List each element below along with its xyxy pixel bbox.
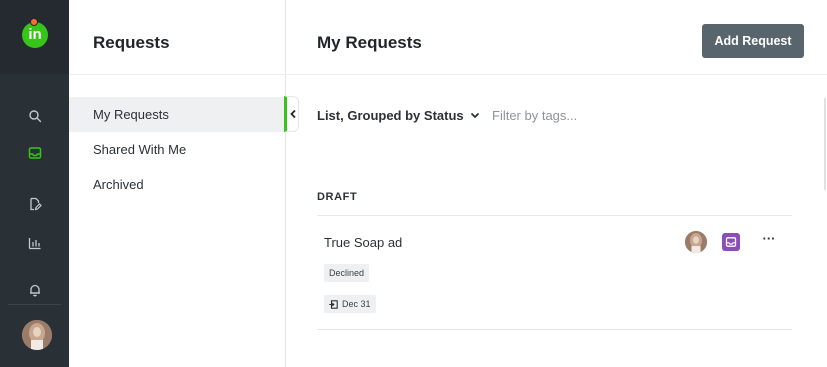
inbox-icon[interactable] [28, 146, 42, 160]
sidebar-item-label: My Requests [93, 107, 169, 122]
icon-rail: in [0, 0, 69, 367]
bar-chart-icon[interactable] [28, 236, 42, 250]
avatar-photo [685, 231, 707, 253]
sidebar-header-divider [69, 74, 286, 75]
tag-filter-input[interactable] [492, 105, 672, 125]
bell-icon[interactable] [28, 283, 42, 297]
group-label-draft: DRAFT [317, 191, 358, 203]
user-avatar[interactable] [22, 320, 52, 350]
edit-document-icon[interactable] [28, 197, 42, 211]
main-header-divider [286, 74, 827, 75]
sidebar-item-my-requests[interactable]: My Requests [69, 97, 285, 132]
main-content: My Requests Add Request List, Grouped by… [286, 0, 827, 367]
due-date-icon [329, 299, 338, 309]
inbox-icon [725, 237, 737, 247]
app-logo[interactable]: in [22, 18, 48, 48]
logo-text: in [28, 26, 42, 43]
sidebar-item-shared-with-me[interactable]: Shared With Me [69, 132, 285, 167]
avatar-photo [22, 320, 52, 350]
request-title: True Soap ad [324, 235, 403, 250]
sidebar-item-archived[interactable]: Archived [69, 167, 285, 202]
assignee-avatar[interactable] [685, 231, 707, 253]
add-request-button[interactable]: Add Request [702, 24, 804, 58]
sidebar-title: Requests [93, 33, 170, 52]
request-card[interactable]: True Soap ad Declined Dec 31 ··· [317, 216, 792, 330]
requests-sidebar: Requests My Requests Shared With Me Arch… [69, 0, 286, 367]
chevron-down-icon [470, 112, 479, 119]
due-date-text: Dec 31 [342, 299, 371, 309]
logo-dot [30, 18, 38, 26]
chevron-left-icon [290, 109, 296, 119]
view-selector[interactable]: List, Grouped by Status [317, 108, 480, 123]
view-selector-label: List, Grouped by Status [317, 108, 464, 123]
status-badge: Declined [324, 264, 370, 282]
rail-divider [8, 304, 61, 305]
sidebar-item-label: Archived [93, 177, 144, 192]
sidebar-item-label: Shared With Me [93, 142, 187, 157]
request-type-badge [722, 233, 740, 251]
scrollbar[interactable] [824, 98, 826, 190]
more-options-button[interactable]: ··· [757, 232, 781, 251]
search-icon[interactable] [28, 109, 42, 123]
due-date-chip: Dec 31 [324, 295, 376, 313]
page-title: My Requests [317, 33, 422, 52]
collapse-sidebar-button[interactable] [284, 96, 299, 132]
logo-area: in [0, 0, 69, 74]
